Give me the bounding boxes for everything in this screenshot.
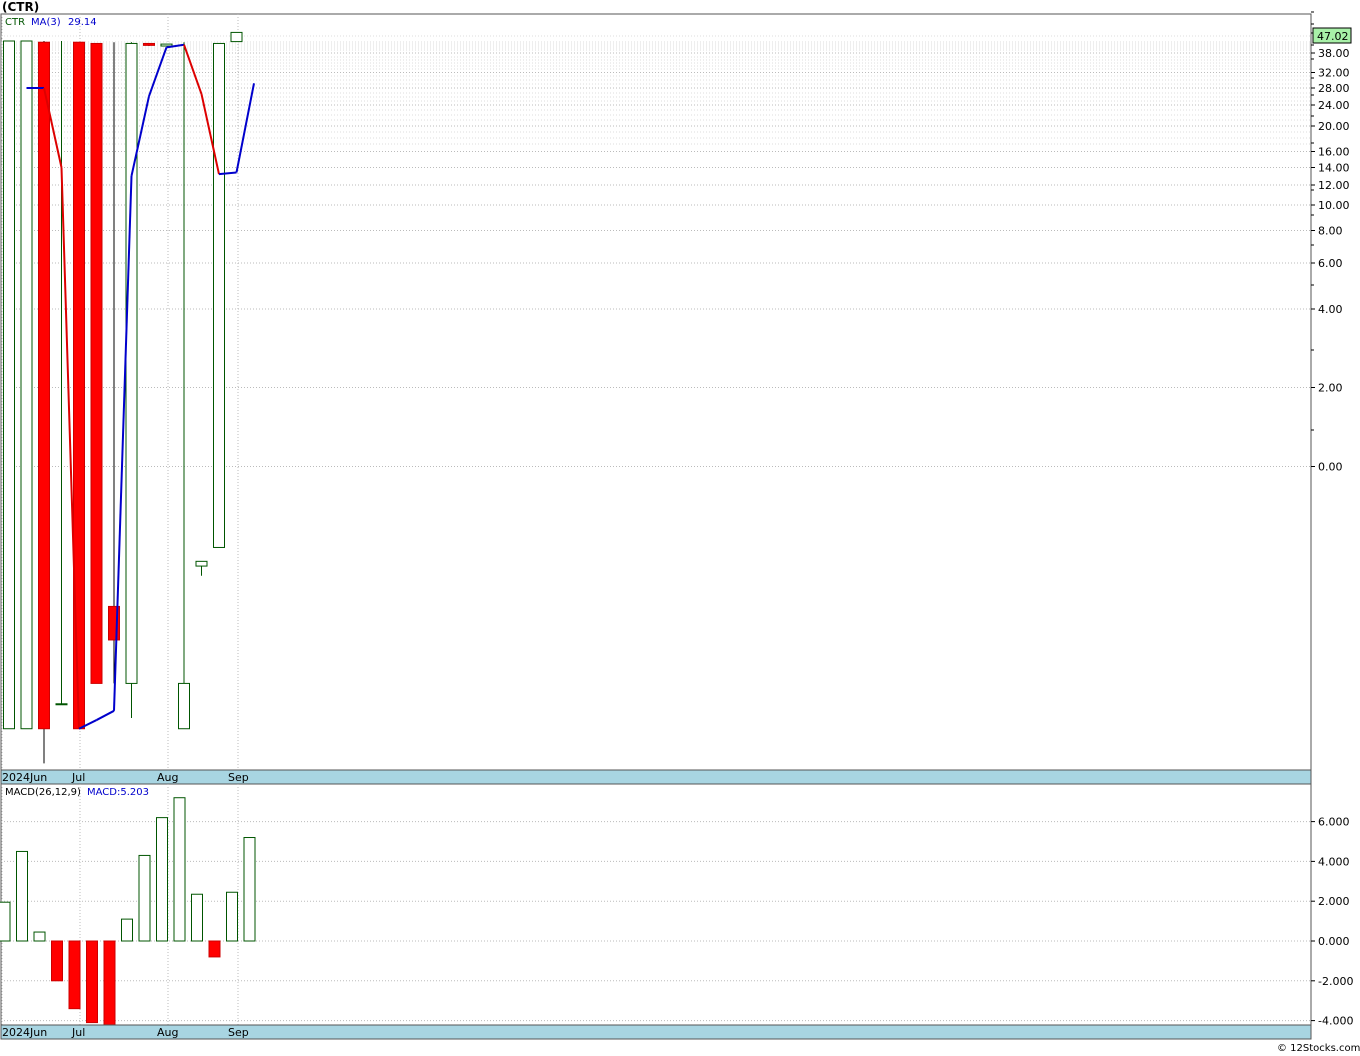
price-panel <box>0 13 1312 772</box>
macd-bar <box>16 850 28 942</box>
macd-bar <box>138 854 151 942</box>
macd-bar <box>68 940 81 1010</box>
candle-body <box>38 41 50 730</box>
legend-symbol: CTR <box>5 17 25 28</box>
macd-bar <box>121 918 133 942</box>
price-date-label: Sep <box>228 771 249 784</box>
macd-bar <box>243 837 256 942</box>
credit-text: © 12Stocks.com <box>1277 1043 1360 1054</box>
price-date-label: Jul <box>71 771 85 784</box>
candle-body <box>213 42 225 548</box>
candle-body <box>3 40 15 730</box>
price-tick-label: 14.00 <box>1318 162 1350 175</box>
macd-bar <box>226 891 238 942</box>
candle-body <box>143 42 155 46</box>
macd-date-label: Aug <box>157 1026 178 1039</box>
price-tick-label: 0.00 <box>1318 461 1343 474</box>
price-tick-label: 4.00 <box>1318 303 1343 316</box>
price-tick-label: 10.00 <box>1318 199 1350 212</box>
candle-body <box>125 42 138 684</box>
price-tick-label: 6.00 <box>1318 257 1343 270</box>
candle-body <box>195 560 208 567</box>
macd-label: MACD(26,12,9) <box>5 787 81 798</box>
macd-tick-label: 6.000 <box>1318 816 1350 829</box>
price-tick-label: 24.00 <box>1318 99 1350 112</box>
macd-bar <box>103 940 116 1028</box>
candle-body <box>178 682 190 730</box>
macd-date-bar <box>0 1024 1312 1040</box>
candle-body <box>90 42 103 684</box>
macd-bar <box>33 931 46 942</box>
price-tick-label: 16.00 <box>1318 146 1350 159</box>
price-date-label: Aug <box>157 771 178 784</box>
candle-body <box>230 31 243 43</box>
macd-date-label: 2024Jun <box>2 1026 47 1039</box>
macd-tick-label: 4.000 <box>1318 855 1350 868</box>
macd-tick-label: -2.000 <box>1318 975 1353 988</box>
macd-bar <box>51 940 63 982</box>
macd-bar <box>0 901 11 942</box>
macd-bar <box>156 817 168 942</box>
candle-body <box>20 40 33 730</box>
macd-bar <box>208 940 221 958</box>
macd-bar <box>86 940 98 1024</box>
macd-date-label: Jul <box>71 1026 85 1039</box>
price-tick-label: 32.00 <box>1318 67 1350 80</box>
price-tick-label: 28.00 <box>1318 82 1350 95</box>
macd-axis: 6.000 4.000 2.000 0.000 -2.000 -4.000 <box>1311 816 1353 1028</box>
macd-tick-label: 0.000 <box>1318 935 1350 948</box>
price-tick-label: 2.00 <box>1318 382 1343 395</box>
candle-body <box>160 43 173 47</box>
price-axis: 38.00 32.00 28.00 24.00 20.00 16.00 14.00 12.00… <box>1311 11 1350 474</box>
price-date-label: 2024Jun <box>2 771 47 784</box>
legend-ma-value: 29.14 <box>68 17 97 28</box>
price-tick-label: 38.00 <box>1318 47 1350 60</box>
macd-bar <box>173 797 186 942</box>
macd-bar <box>191 893 203 942</box>
legend-ma-label: MA(3) <box>31 17 61 28</box>
chart-title: (CTR) <box>2 0 39 14</box>
price-tick-label: 20.00 <box>1318 120 1350 133</box>
last-price-value: 47.02 <box>1317 30 1349 43</box>
price-date-bar <box>0 769 1312 785</box>
stock-chart: 38.00 32.00 28.00 24.00 20.00 16.00 14.00 12.00… <box>0 0 1360 1054</box>
macd-tick-label: 2.000 <box>1318 895 1350 908</box>
macd-value-label: MACD:5.203 <box>87 787 149 798</box>
macd-tick-label: -4.000 <box>1318 1015 1353 1028</box>
price-tick-label: 8.00 <box>1318 225 1343 238</box>
macd-date-label: Sep <box>228 1026 249 1039</box>
price-tick-label: 12.00 <box>1318 179 1350 192</box>
candle-body <box>55 703 68 706</box>
